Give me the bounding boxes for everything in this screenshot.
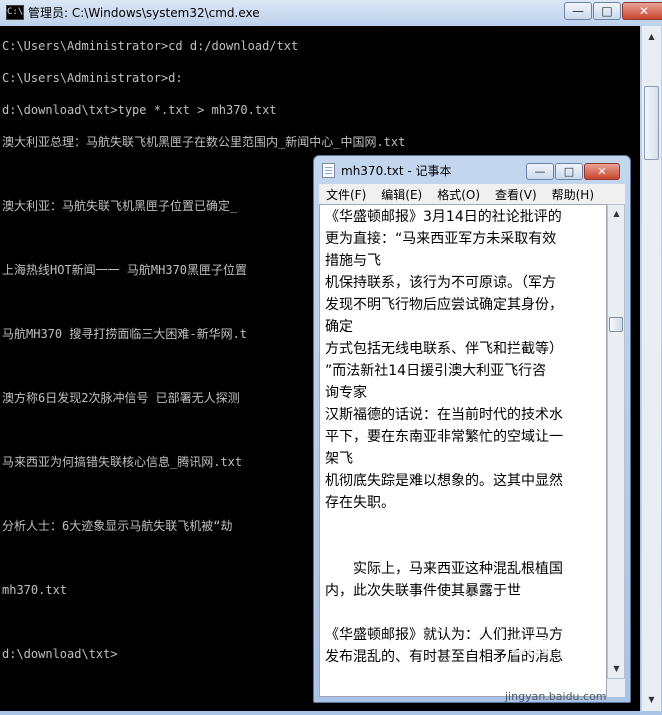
notepad-icon — [322, 163, 335, 178]
cmd-line: d:\download\txt> — [2, 647, 118, 661]
cmd-line: 澳方称6日发现2次脉冲信号 已部署无人探测 — [2, 391, 240, 405]
baidu-watermark: Bai 经验 — [510, 636, 601, 661]
scroll-up-icon[interactable]: ▲ — [644, 29, 659, 44]
notepad-line: 实际上，马来西亚这种混乱根植国 — [325, 561, 563, 577]
minimize-button[interactable]: — — [564, 2, 592, 20]
notepad-line: 《华盛顿邮报》3月14日的社论批评的 — [325, 209, 562, 225]
notepad-close-button[interactable]: ✕ — [584, 163, 620, 180]
notepad-line: 发现不明飞行物后应尝试确定其身份， — [325, 297, 563, 313]
notepad-line: 内，此次失联事件使其暴露于世 — [325, 583, 521, 599]
cmd-scroll-thumb[interactable] — [644, 86, 659, 160]
notepad-line: 机保持联系，该行为不可原谅。（军方 — [325, 275, 556, 291]
cmd-title: 管理员: C:\Windows\system32\cmd.exe — [28, 6, 260, 20]
notepad-line: 机彻底失踪是难以想象的。这其中显然 — [325, 473, 563, 489]
resize-grip[interactable] — [607, 679, 625, 697]
notepad-scrollbar[interactable]: ▲ ▼ — [607, 204, 625, 679]
cmd-line: 澳大利亚：马航失联飞机黑匣子位置已确定_ — [2, 199, 238, 213]
notepad-line: 询专家 — [325, 385, 367, 401]
notepad-maximize-button[interactable]: □ — [555, 163, 583, 180]
notepad-window-controls: — □ ✕ — [526, 163, 620, 180]
notepad-title: mh370.txt - 记事本 — [341, 164, 452, 178]
cmd-line: 澳大利亚总理：马航失联飞机黑匣子在数公里范围内_新闻中心_中国网.txt — [2, 135, 406, 149]
maximize-button[interactable]: □ — [593, 2, 621, 20]
notepad-line: 汉斯福德的话说：在当前时代的技术水 — [325, 407, 563, 423]
cmd-line: 分析人士：6大迹象显示马航失联飞机被“劫 — [2, 519, 233, 533]
cmd-icon: C:\ — [6, 5, 24, 20]
cmd-scrollbar[interactable]: ▲ ▼ — [641, 26, 661, 711]
cmd-line: mh370.txt — [2, 583, 68, 597]
watermark-url: jingyan.baidu.com — [505, 690, 607, 703]
scroll-down-icon[interactable]: ▼ — [644, 692, 659, 707]
cmd-window-controls: — □ ✕ — [564, 2, 662, 20]
cmd-line: d:\download\txt>type *.txt > mh370.txt — [2, 103, 277, 117]
notepad-line: 架飞 — [325, 451, 353, 467]
np-scroll-up-icon[interactable]: ▲ — [609, 206, 624, 221]
cmd-titlebar[interactable]: C:\ 管理员: C:\Windows\system32\cmd.exe — □… — [0, 0, 662, 24]
cmd-line: 马航MH370 搜寻打捞面临三大困难-新华网.t — [2, 327, 248, 341]
menu-format[interactable]: 格式(O) — [430, 186, 488, 203]
menu-view[interactable]: 查看(V) — [488, 186, 545, 203]
menu-file[interactable]: 文件(F) — [319, 186, 374, 203]
notepad-line: ”而法新社14日援引澳大利亚飞行咨 — [325, 363, 547, 379]
notepad-titlebar[interactable]: mh370.txt - 记事本 — □ ✕ — [314, 156, 630, 183]
cmd-line: C:\Users\Administrator>cd d:/download/tx… — [2, 39, 299, 53]
notepad-line: 措施与飞 — [325, 253, 381, 269]
close-button[interactable]: ✕ — [622, 2, 662, 20]
menu-edit[interactable]: 编辑(E) — [374, 186, 430, 203]
notepad-menubar: 文件(F) 编辑(E) 格式(O) 查看(V) 帮助(H) — [319, 184, 625, 204]
notepad-text-area[interactable]: 《华盛顿邮报》3月14日的社论批评的 更为直接：“马来西亚军方未采取有效 措施与飞机… — [319, 204, 607, 697]
notepad-line: 更为直接：“马来西亚军方未采取有效 — [325, 231, 557, 247]
notepad-scroll-thumb[interactable] — [609, 317, 623, 332]
cmd-line: C:\Users\Administrator>d: — [2, 71, 183, 85]
notepad-minimize-button[interactable]: — — [526, 163, 554, 180]
notepad-line: 平下，要在东南亚非常繁忙的空域让一 — [325, 429, 563, 445]
notepad-line: 方式包括无线电联系、伴飞和拦截等） — [325, 341, 563, 357]
notepad-line: 确定 — [325, 319, 353, 335]
cmd-line: 上海热线HOT新闻一一 马航MH370黑匣子位置 — [2, 263, 248, 277]
notepad-line: 存在失职。 — [325, 495, 395, 511]
cmd-line: 马来西亚为何搞错失联核心信息_腾讯网.txt — [2, 455, 243, 469]
np-scroll-down-icon[interactable]: ▼ — [609, 661, 624, 676]
menu-help[interactable]: 帮助(H) — [545, 186, 602, 203]
notepad-window: mh370.txt - 记事本 — □ ✕ 文件(F) 编辑(E) 格式(O) … — [313, 155, 631, 703]
